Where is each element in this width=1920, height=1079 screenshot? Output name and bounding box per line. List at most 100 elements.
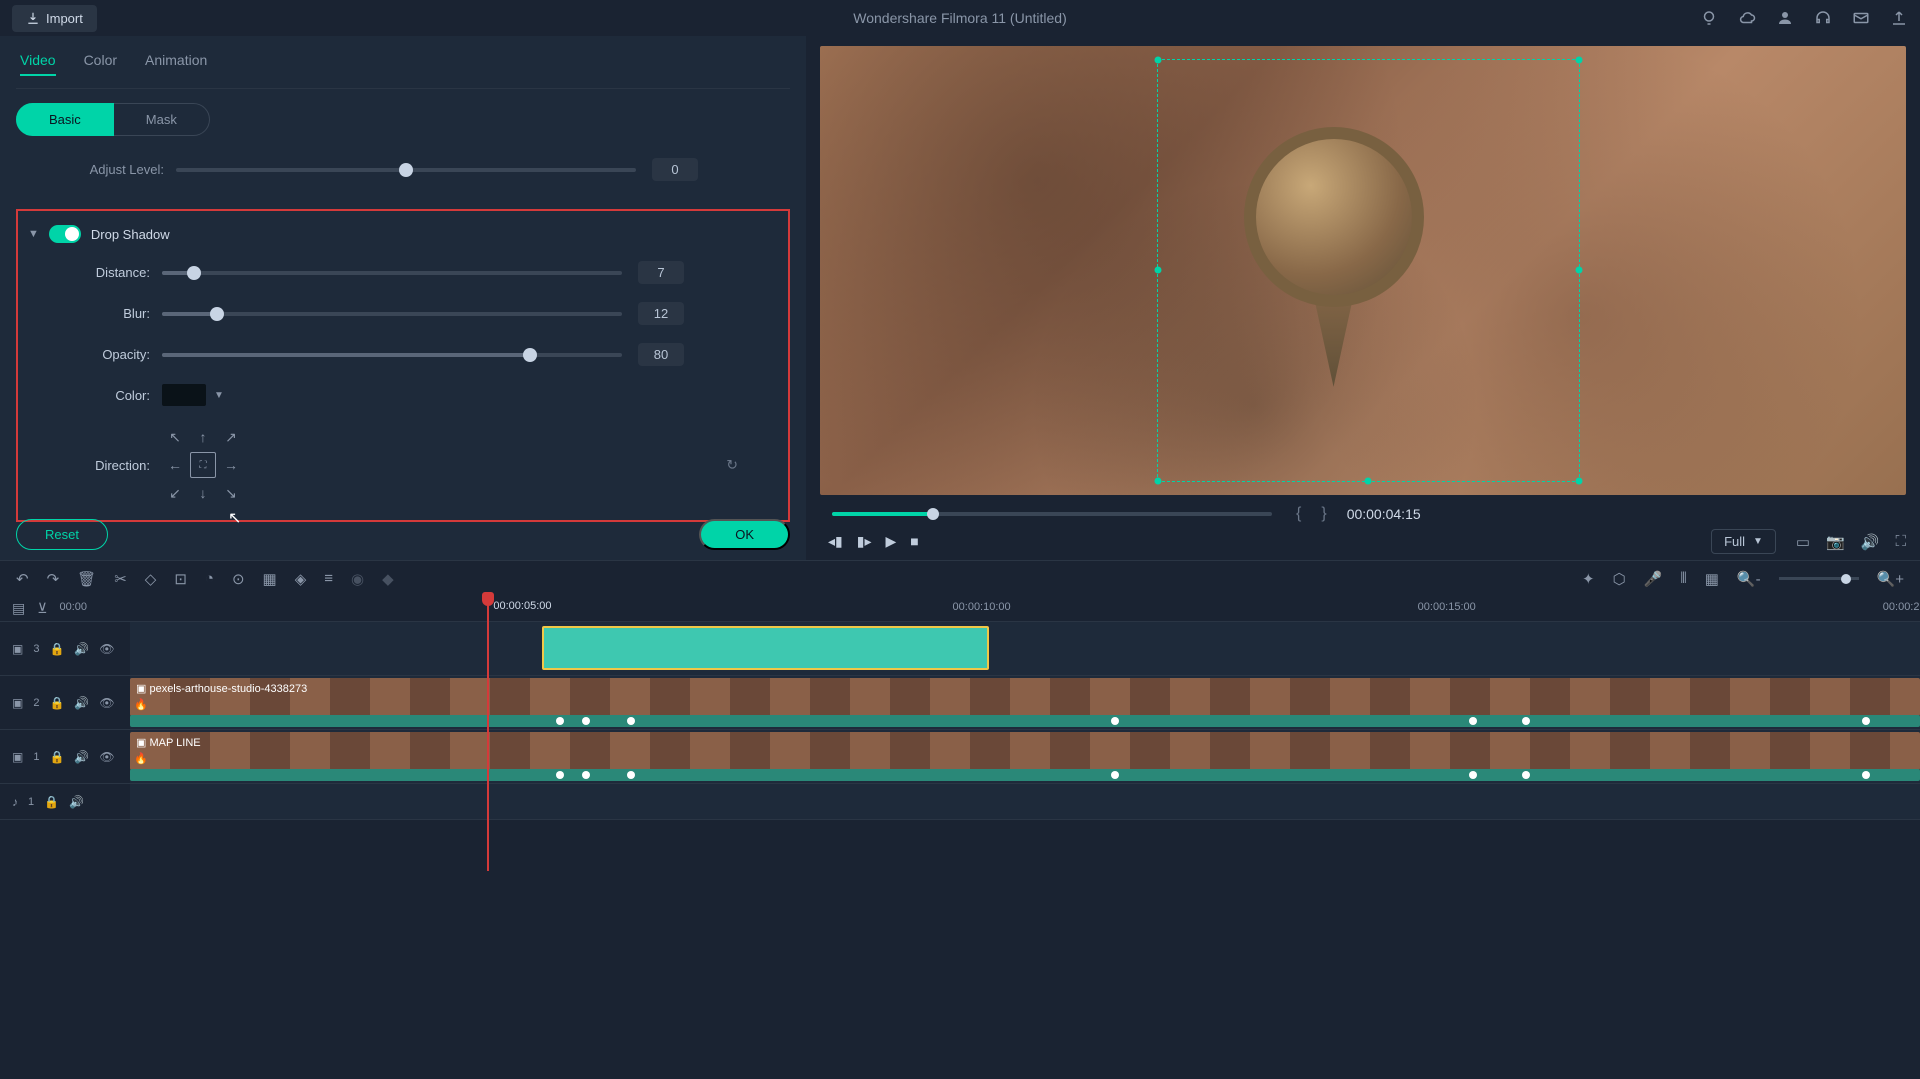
- blur-slider[interactable]: [162, 312, 622, 316]
- undo-icon[interactable]: ↶: [16, 570, 29, 588]
- quality-select[interactable]: Full ▼: [1711, 529, 1776, 554]
- blur-value[interactable]: 12: [638, 302, 684, 325]
- delete-icon[interactable]: 🗑: [77, 570, 96, 588]
- render-icon[interactable]: ✦: [1582, 570, 1595, 588]
- handle-ne[interactable]: [1576, 57, 1583, 64]
- lightbulb-icon[interactable]: [1700, 9, 1718, 27]
- color-icon[interactable]: ◈: [295, 570, 307, 588]
- preview-viewport[interactable]: [820, 46, 1906, 495]
- tab-video[interactable]: Video: [20, 52, 56, 76]
- zoom-out-icon[interactable]: 🔍-: [1737, 570, 1761, 588]
- ok-button[interactable]: OK: [699, 519, 790, 550]
- clip-mapline[interactable]: ▣ MAP LINE 🔥: [130, 732, 1920, 770]
- crop-icon[interactable]: ⊡: [174, 570, 187, 588]
- direction-s[interactable]: ↓: [190, 480, 216, 506]
- direction-nw[interactable]: ↖: [162, 424, 188, 450]
- handle-w[interactable]: [1154, 267, 1161, 274]
- mute-icon[interactable]: 🔊: [74, 750, 89, 764]
- adjust-level-slider[interactable]: [176, 168, 636, 172]
- drop-shadow-header[interactable]: ▼ Drop Shadow: [28, 225, 778, 243]
- direction-sw[interactable]: ↙: [162, 480, 188, 506]
- direction-ne[interactable]: ↗: [218, 424, 244, 450]
- ruler[interactable]: 00:00 00:00:05:00 00:00:10:00 00:00:15:0…: [59, 596, 1920, 621]
- clip-audio-band[interactable]: [130, 769, 1920, 781]
- zoom-in-icon[interactable]: 🔍+: [1877, 570, 1904, 588]
- stop-button[interactable]: ■: [910, 533, 918, 550]
- snapshot-icon[interactable]: 📷: [1826, 533, 1845, 551]
- visibility-icon[interactable]: 👁: [99, 750, 114, 764]
- opacity-slider[interactable]: [162, 353, 622, 357]
- freeze-icon[interactable]: ▦: [263, 570, 277, 588]
- volume-icon[interactable]: 🔊: [1861, 533, 1880, 551]
- magnet-icon[interactable]: ⊻: [37, 600, 47, 617]
- zoom-slider[interactable]: [1779, 577, 1859, 580]
- handle-s[interactable]: [1365, 477, 1372, 484]
- mute-icon[interactable]: 🔊: [74, 696, 89, 710]
- fullscreen-icon[interactable]: ⛶: [1895, 533, 1906, 551]
- lock-icon[interactable]: 🔒: [44, 795, 59, 809]
- subtab-mask[interactable]: Mask: [114, 103, 210, 136]
- speed-icon[interactable]: ◔: [205, 570, 214, 587]
- visibility-icon[interactable]: 👁: [99, 696, 114, 710]
- clip-selected[interactable]: [542, 626, 990, 670]
- voiceover-icon[interactable]: 🎤: [1644, 570, 1663, 588]
- preview-scrubber[interactable]: [832, 512, 1272, 516]
- prev-frame-button[interactable]: ◂▮: [828, 533, 843, 550]
- marker-icon[interactable]: ⬡: [1613, 570, 1626, 588]
- grid-icon[interactable]: ▦: [1705, 570, 1719, 588]
- direction-e[interactable]: →: [218, 452, 244, 478]
- mark-out-icon[interactable]: }: [1313, 505, 1334, 523]
- cloud-icon[interactable]: [1738, 9, 1756, 27]
- play-button[interactable]: ▶: [885, 533, 896, 550]
- redo-icon[interactable]: ↷: [47, 570, 60, 588]
- avatar-icon[interactable]: [1776, 9, 1794, 27]
- opacity-value[interactable]: 80: [638, 343, 684, 366]
- subtab-basic[interactable]: Basic: [16, 103, 114, 136]
- track-body[interactable]: ▣ pexels-arthouse-studio-4338273 🔥: [130, 676, 1920, 729]
- lock-icon[interactable]: 🔒: [49, 696, 64, 710]
- reset-direction-icon[interactable]: ↻: [726, 457, 738, 474]
- mute-icon[interactable]: 🔊: [69, 795, 84, 809]
- mark-in-icon[interactable]: {: [1288, 505, 1309, 523]
- clip-audio-band[interactable]: [130, 715, 1920, 727]
- adjust-level-value[interactable]: 0: [652, 158, 698, 181]
- handle-se[interactable]: [1576, 477, 1583, 484]
- color-dropdown-icon[interactable]: ▼: [214, 390, 224, 401]
- distance-slider[interactable]: [162, 271, 622, 275]
- display-icon[interactable]: ▭: [1796, 533, 1810, 551]
- handle-nw[interactable]: [1154, 57, 1161, 64]
- mixer-icon[interactable]: ⫴: [1680, 570, 1686, 587]
- direction-n[interactable]: ↑: [190, 424, 216, 450]
- track-body[interactable]: ▣ MAP LINE 🔥: [130, 730, 1920, 783]
- tracks-icon[interactable]: ▤: [12, 600, 25, 617]
- playback-row: ◂▮ ▮▸ ▶ ■ Full ▼ ▭ 📷 🔊 ⛶: [820, 523, 1906, 554]
- tab-color[interactable]: Color: [84, 52, 117, 76]
- export-icon[interactable]: [1890, 9, 1908, 27]
- duration-icon[interactable]: ⊙: [232, 570, 245, 588]
- import-button[interactable]: Import: [12, 5, 97, 32]
- mute-icon[interactable]: 🔊: [74, 642, 89, 656]
- lock-icon[interactable]: 🔒: [49, 642, 64, 656]
- clip-arthouse[interactable]: ▣ pexels-arthouse-studio-4338273 🔥: [130, 678, 1920, 716]
- distance-value[interactable]: 7: [638, 261, 684, 284]
- color-swatch[interactable]: [162, 384, 206, 406]
- mail-icon[interactable]: [1852, 9, 1870, 27]
- next-frame-button[interactable]: ▮▸: [857, 533, 872, 550]
- reset-button[interactable]: Reset: [16, 519, 108, 550]
- headphones-icon[interactable]: [1814, 9, 1832, 27]
- direction-w[interactable]: ←: [162, 452, 188, 478]
- direction-center[interactable]: ⛶: [190, 452, 216, 478]
- track-body[interactable]: [130, 784, 1920, 819]
- direction-se[interactable]: ↘: [218, 480, 244, 506]
- lock-icon[interactable]: 🔒: [49, 750, 64, 764]
- handle-e[interactable]: [1576, 267, 1583, 274]
- drop-shadow-toggle[interactable]: [49, 225, 81, 243]
- track-body[interactable]: [130, 622, 1920, 675]
- visibility-icon[interactable]: 👁: [99, 642, 114, 656]
- playhead[interactable]: 00:00:05:00: [487, 596, 489, 871]
- tab-animation[interactable]: Animation: [145, 52, 207, 76]
- adjust-icon[interactable]: ≡: [324, 570, 333, 587]
- split-icon[interactable]: ✂: [114, 570, 127, 588]
- tag-icon[interactable]: ◇: [145, 570, 157, 588]
- handle-sw[interactable]: [1154, 477, 1161, 484]
